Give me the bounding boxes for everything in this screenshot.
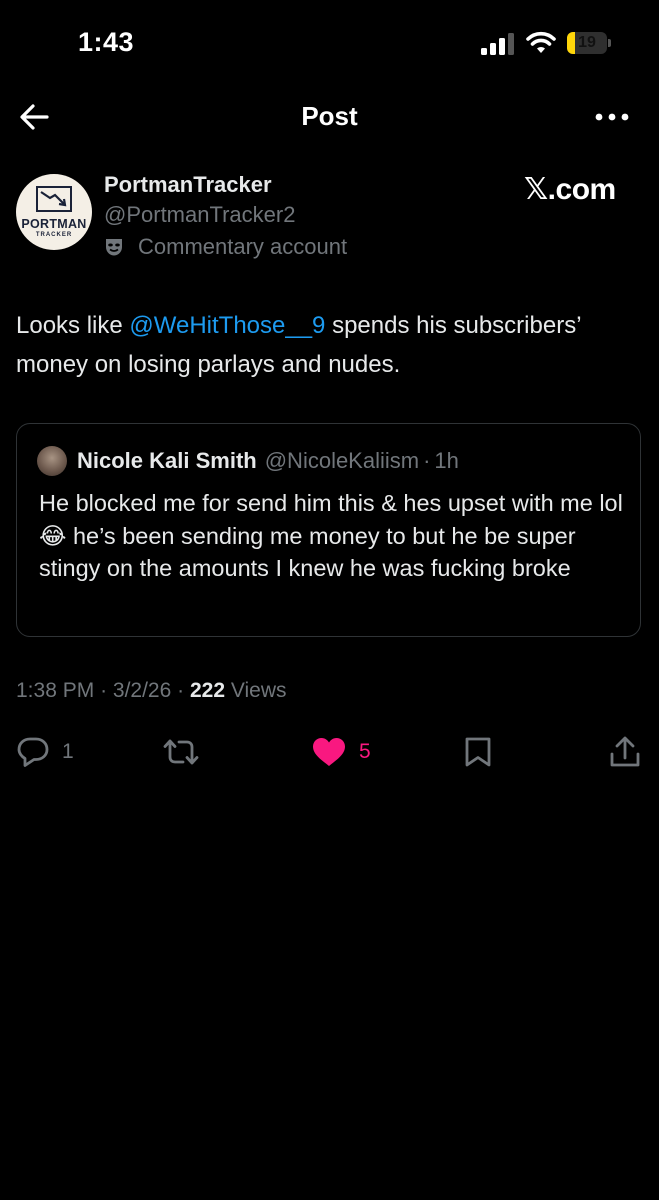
- wifi-icon: [526, 31, 556, 53]
- repost-icon: [163, 739, 199, 765]
- views-label: Views: [230, 679, 287, 702]
- chart-down-icon: [36, 186, 72, 212]
- avatar-subtext: TRACKER: [35, 232, 73, 238]
- quoted-author-name: Nicole Kali Smith: [77, 448, 257, 473]
- post-text-start: Looks like: [16, 312, 130, 339]
- post-date: 3/2/26: [112, 679, 172, 702]
- quoted-post-text: He blocked me for send him this & hes up…: [39, 490, 623, 581]
- quoted-author-avatar: [37, 446, 67, 476]
- author-handle[interactable]: @PortmanTracker2: [104, 202, 295, 228]
- reply-button[interactable]: 1: [16, 734, 74, 770]
- mention-link[interactable]: @WeHitThose__9: [129, 312, 325, 339]
- post-text: Looks like @WeHitThose__9 spends his sub…: [16, 306, 646, 384]
- cellular-signal-icon: [481, 33, 514, 55]
- post-time: 1:38 PM: [16, 679, 95, 702]
- reply-icon: [17, 737, 49, 767]
- action-bar: 1 5: [0, 730, 659, 774]
- page-title: Post: [301, 101, 358, 131]
- reply-count: 1: [62, 740, 74, 763]
- quoted-post[interactable]: Nicole Kali Smith @NicoleKaliism · 1h He…: [16, 423, 641, 637]
- more-options-button[interactable]: [588, 102, 636, 132]
- meta-separator: ·: [100, 679, 108, 702]
- status-bar: 1:43 19: [0, 0, 659, 88]
- battery-indicator: 19: [567, 32, 611, 54]
- bookmark-button[interactable]: [464, 734, 492, 770]
- author-display-name[interactable]: PortmanTracker: [104, 172, 272, 198]
- like-button[interactable]: 5: [311, 734, 371, 770]
- avatar[interactable]: PORTMAN TRACKER: [16, 174, 92, 250]
- share-button[interactable]: [609, 734, 641, 770]
- repost-button[interactable]: [162, 734, 200, 770]
- battery-cap: [608, 39, 611, 47]
- quoted-post-time: 1h: [434, 448, 459, 473]
- mask-icon: [106, 239, 122, 256]
- ellipsis-icon: [595, 113, 629, 121]
- views-count[interactable]: 222: [190, 679, 225, 702]
- share-icon: [610, 736, 640, 767]
- avatar-text: PORTMAN: [21, 217, 87, 231]
- account-label: Commentary account: [104, 234, 347, 260]
- meta-separator: ·: [177, 679, 185, 702]
- heart-filled-icon: [313, 738, 345, 766]
- like-count: 5: [359, 740, 371, 763]
- quoted-author-handle: @NicoleKaliism: [264, 448, 420, 473]
- x-watermark: 𝕏.com: [524, 173, 616, 206]
- status-time: 1:43: [78, 27, 135, 57]
- nav-header: Post: [0, 88, 659, 146]
- quoted-separator: ·: [423, 448, 431, 473]
- quoted-post-header: Nicole Kali Smith @NicoleKaliism · 1h: [37, 446, 459, 476]
- battery-level: 19: [578, 34, 596, 51]
- post-author: PORTMAN TRACKER PortmanTracker @PortmanT…: [16, 170, 643, 270]
- post-metadata: 1:38 PM · 3/2/26 · 222 Views: [16, 679, 287, 703]
- bookmark-icon: [465, 737, 491, 767]
- account-label-text: Commentary account: [138, 234, 348, 259]
- battery-body: 19: [567, 32, 607, 54]
